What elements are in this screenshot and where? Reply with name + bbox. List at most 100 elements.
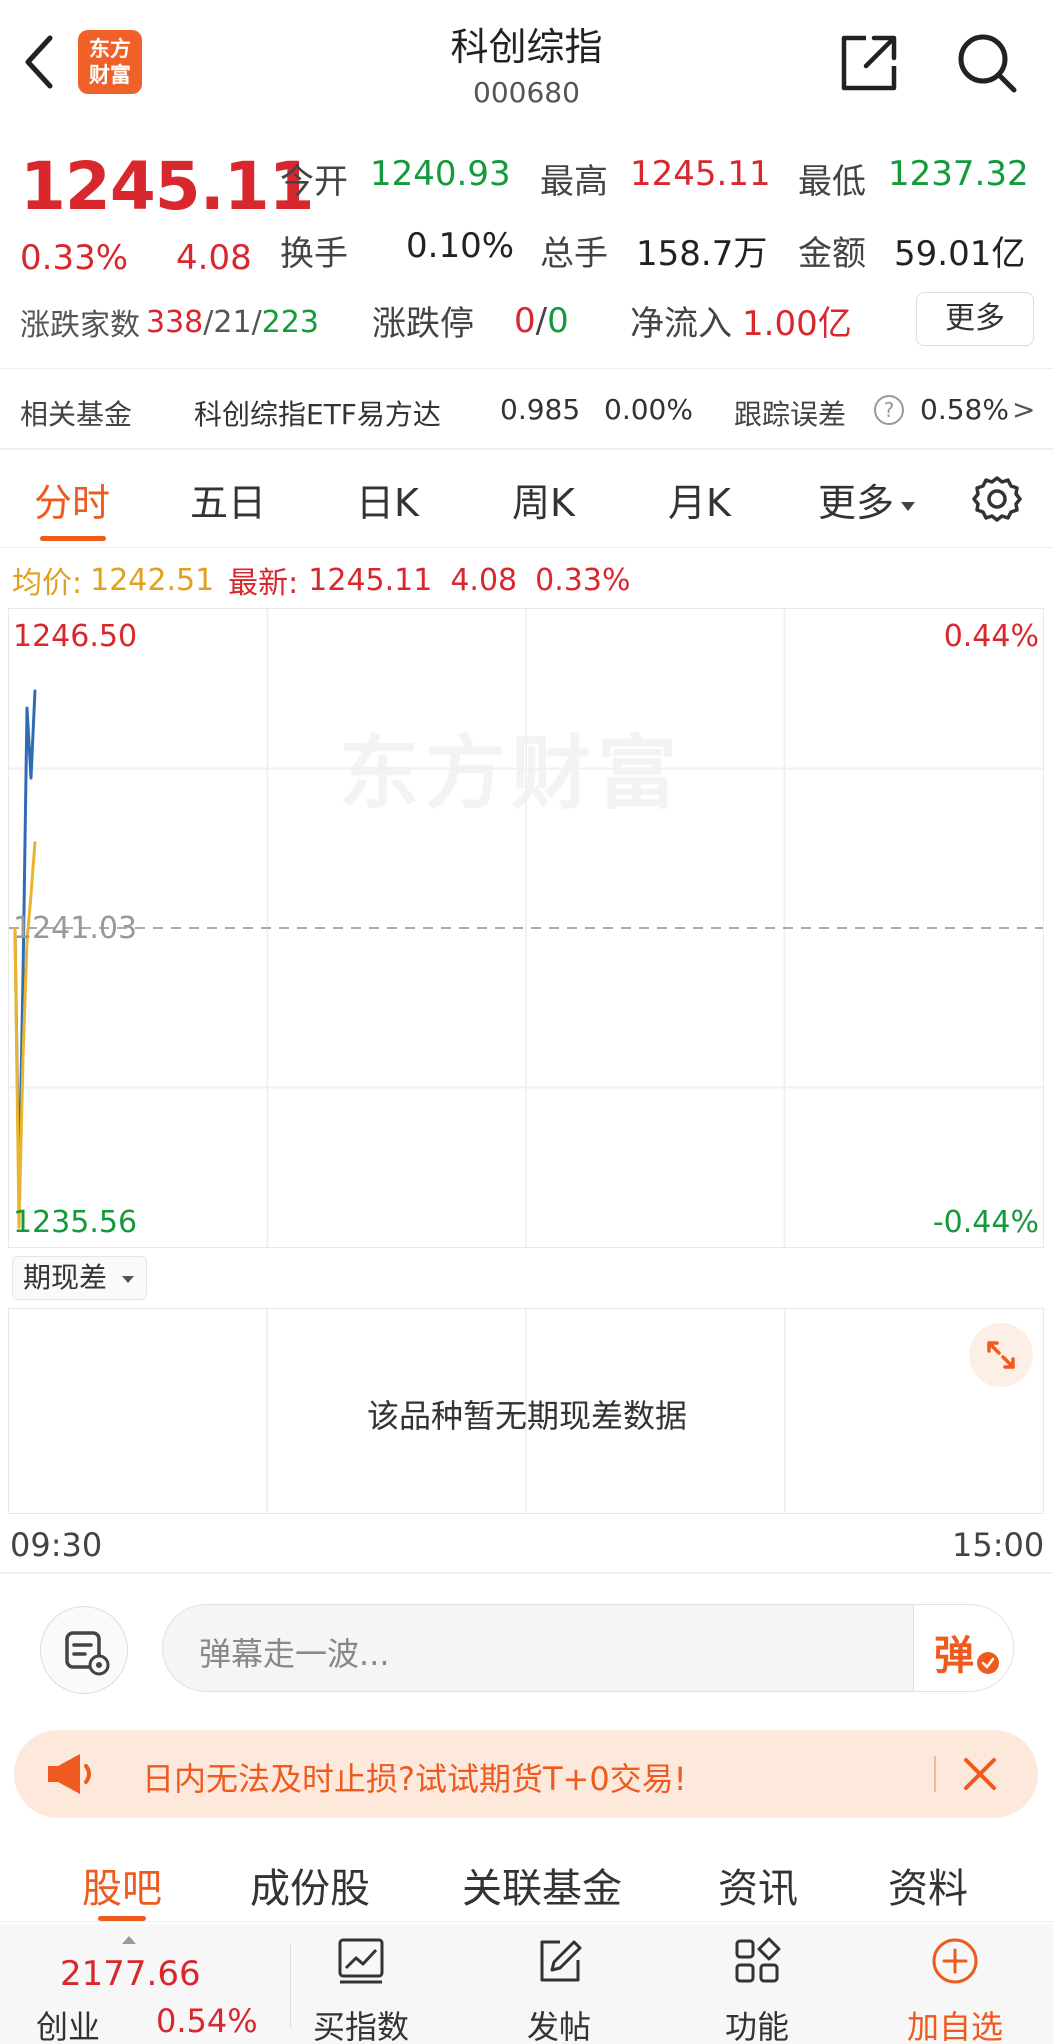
low-value: 1237.32	[888, 154, 1029, 194]
tab-weekly-k[interactable]: 周K	[512, 472, 575, 527]
divider	[0, 1572, 1053, 1574]
limit-up-down: 涨跌停 0 / 0	[372, 296, 569, 345]
index-ticker[interactable]: 2177.66 创业 0.54%	[0, 1924, 290, 2044]
expand-button[interactable]	[969, 1323, 1033, 1387]
volume-value: 158.7万	[636, 234, 768, 274]
danmu-settings-button[interactable]	[40, 1606, 128, 1694]
chart-info-line: 均价: 1242.51 最新: 1245.11 4.08 0.33%	[12, 558, 630, 602]
high-value: 1245.11	[630, 154, 771, 194]
y-axis-max-label: 1246.50	[13, 619, 138, 654]
x-axis-end-label: 15:00	[952, 1526, 1045, 1564]
danmu-send-button[interactable]: 弹	[913, 1605, 1013, 1691]
chart-trend-icon	[338, 1938, 384, 1984]
data-point	[26, 707, 28, 709]
check-badge-icon	[977, 1652, 999, 1674]
danmu-input[interactable]: 弹幕走一波... 弹	[162, 1604, 1014, 1692]
header: 东方 财富 科创综指 000680	[0, 0, 1053, 128]
danmu-send-label: 弹	[934, 1633, 974, 1679]
tab-related-funds[interactable]: 关联基金	[462, 1856, 622, 1914]
search-button[interactable]	[954, 30, 1020, 96]
pct-axis-max-label: 0.44%	[943, 619, 1039, 654]
related-fund-bar[interactable]: 相关基金 科创综指ETF易方达 0.985 0.00% 跟踪误差 ? 0.58%…	[0, 368, 1053, 450]
current-price: 1245.11	[20, 148, 315, 225]
index-pct: 0.54%	[156, 2002, 258, 2040]
share-icon	[841, 35, 897, 91]
buy-index-button[interactable]: 买指数	[286, 1936, 436, 2044]
tab-constituents[interactable]: 成份股	[250, 1856, 370, 1914]
caret-down-icon	[121, 1276, 134, 1283]
change-percent: 0.33%	[20, 238, 129, 278]
tab-profile[interactable]: 资料	[888, 1856, 968, 1914]
data-point	[30, 894, 32, 896]
data-point	[22, 1057, 24, 1059]
fund-pct: 0.00%	[604, 393, 693, 426]
intraday-chart[interactable]: 东方财富 1246.50 1241.03 1235.56 0.44% -0.44…	[8, 608, 1044, 1248]
separator: /	[203, 304, 214, 340]
x-axis-start-label: 09:30	[10, 1526, 103, 1564]
net-inflow: 净流入 1.00亿	[630, 296, 852, 345]
open-label: 今开	[280, 162, 348, 202]
bottom-content-tabs: 股吧 成份股 关联基金 资讯 资料	[0, 1836, 1053, 1922]
bottom-toolbar: 2177.66 创业 0.54% 买指数 发帖 功能 加自选	[0, 1924, 1053, 2044]
latest-label: 最新:	[228, 566, 299, 601]
tab-intraday[interactable]: 分时	[34, 472, 110, 527]
tab-daily-k[interactable]: 日K	[356, 472, 419, 527]
promo-text: 日内无法及时止损?试试期货T+0交易!	[142, 1760, 687, 1798]
chart-tabs: 分时 五日 日K 周K 月K 更多	[0, 452, 1053, 548]
separator: /	[535, 300, 548, 341]
danmu-placeholder: 弹幕走一波...	[199, 1635, 390, 1673]
fund-nav: 0.985	[500, 393, 581, 426]
grid-icon	[735, 1937, 781, 1983]
megaphone-icon	[48, 1754, 91, 1794]
expand-icon	[987, 1341, 1015, 1369]
tab-monthly-k[interactable]: 月K	[668, 472, 731, 527]
avg-value: 1242.51	[90, 562, 215, 598]
avg-label: 均价:	[12, 566, 83, 601]
edit-icon	[540, 1940, 582, 1982]
search-icon	[958, 34, 1017, 93]
settings-button[interactable]	[970, 474, 1024, 528]
tab-news[interactable]: 资讯	[718, 1856, 798, 1914]
functions-label: 功能	[724, 2008, 789, 2044]
functions-button[interactable]: 功能	[682, 1936, 832, 2044]
tab-guba[interactable]: 股吧	[82, 1856, 162, 1914]
volume-label: 总手	[540, 234, 608, 274]
latest-pct: 0.33%	[535, 562, 631, 598]
advance-decline: 涨跌家数 338 / 21 / 223	[20, 300, 319, 344]
buy-index-label: 买指数	[312, 2008, 409, 2044]
danmu-settings-icon	[65, 1631, 110, 1676]
active-tab-indicator	[98, 1916, 146, 1921]
tab-five-day[interactable]: 五日	[190, 472, 266, 527]
decline-count: 223	[261, 304, 319, 340]
divider	[934, 1756, 936, 1792]
promo-close-button[interactable]	[954, 1748, 1006, 1800]
add-watchlist-label: 加自选	[906, 2008, 1003, 2044]
tab-more[interactable]: 更多	[818, 472, 918, 527]
net-inflow-value: 1.00亿	[742, 304, 852, 344]
limit-label: 涨跌停	[372, 304, 474, 344]
fund-label: 相关基金	[20, 398, 133, 431]
change-value: 4.08	[176, 238, 252, 278]
index-value: 2177.66	[60, 1954, 201, 1994]
share-button[interactable]	[838, 32, 900, 94]
caret-down-icon	[901, 501, 916, 511]
separator: /	[251, 304, 262, 340]
promo-banner[interactable]: 日内无法及时止损?试试期货T+0交易!	[14, 1730, 1038, 1818]
help-icon[interactable]: ?	[874, 395, 904, 425]
latest-value: 1245.11	[308, 562, 433, 598]
empty-state-text: 该品种暂无期现差数据	[366, 1397, 687, 1435]
add-watchlist-button[interactable]: 加自选	[880, 1936, 1030, 2044]
plus-circle-icon	[932, 1938, 978, 1984]
amount-value: 59.01亿	[894, 234, 1026, 274]
turnover-value: 0.10%	[406, 226, 515, 266]
limit-up-count: 0	[514, 300, 536, 341]
pct-axis-min-label: -0.44%	[932, 1205, 1039, 1240]
net-inflow-label: 净流入	[630, 304, 732, 344]
gear-icon	[972, 476, 1022, 522]
indicator-select[interactable]: 期现差	[12, 1256, 147, 1300]
tracking-error-label: 跟踪误差	[734, 398, 847, 431]
divider	[0, 448, 1053, 450]
indicator-select-label: 期现差	[23, 1261, 108, 1294]
more-button[interactable]: 更多	[916, 292, 1034, 346]
post-button[interactable]: 发帖	[484, 1936, 634, 2044]
